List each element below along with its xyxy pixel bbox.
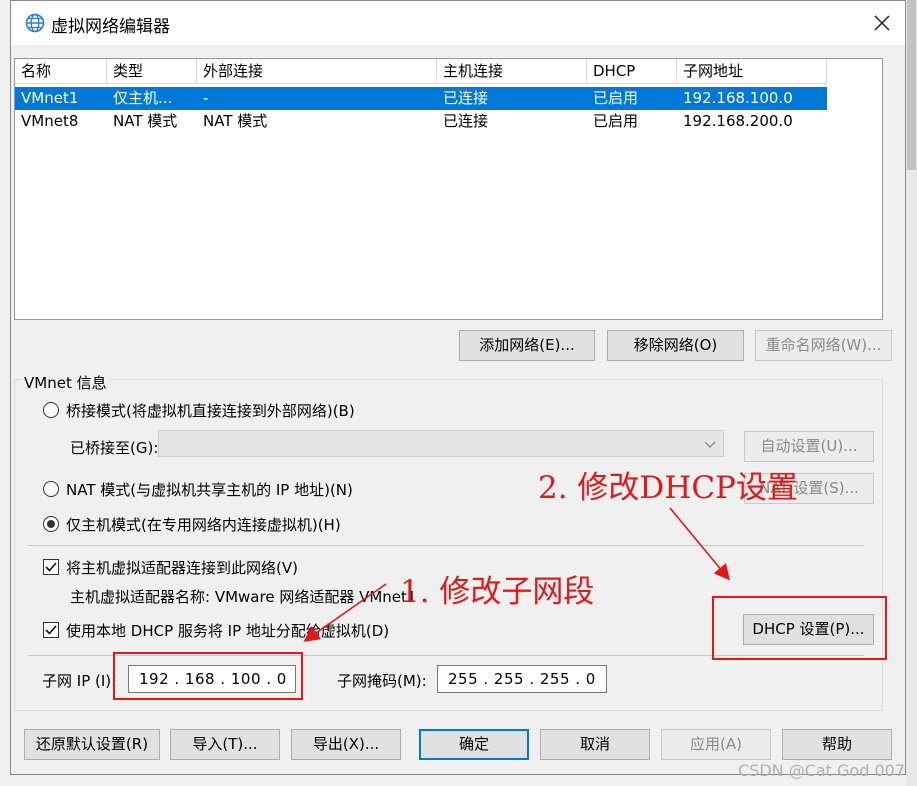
add-network-button[interactable]: 添加网络(E)... [459, 330, 595, 361]
subnet-mask-label: 子网掩码(M): [337, 672, 427, 690]
column-header-type[interactable]: 类型 [107, 59, 197, 84]
close-icon [874, 15, 890, 31]
remove-network-button[interactable]: 移除网络(O) [607, 330, 744, 361]
cell-subnet: 192.168.100.0 [683, 89, 793, 107]
network-list[interactable]: 名称 类型 外部连接 主机连接 DHCP 子网地址 VMnet1 仅主机... … [14, 58, 883, 320]
bridge-mode-radio[interactable] [43, 402, 59, 418]
column-header-name[interactable]: 名称 [15, 59, 107, 84]
cell-dhcp: 已启用 [593, 112, 639, 130]
separator [28, 545, 864, 546]
dhcp-settings-highlight-box [712, 596, 887, 660]
host-only-mode-radio[interactable] [43, 516, 59, 532]
apply-button[interactable]: 应用(A) [661, 729, 771, 760]
column-header-host[interactable]: 主机连接 [437, 59, 587, 84]
cell-external: NAT 模式 [203, 112, 268, 130]
close-button[interactable] [867, 9, 897, 37]
cell-name: VMnet8 [21, 112, 79, 130]
connect-adapter-checkbox[interactable] [43, 559, 59, 575]
auto-settings-button[interactable]: 自动设置(U)... [744, 431, 874, 462]
use-dhcp-label: 使用本地 DHCP 服务将 IP 地址分配给虚拟机(D) [66, 622, 390, 640]
chevron-down-icon [704, 441, 716, 448]
annotation-step1: 1. 修改子网段 [400, 574, 595, 610]
subnet-mask-input[interactable]: 255 . 255 . 255 . 0 [437, 665, 607, 693]
restore-defaults-button[interactable]: 还原默认设置(R) [24, 729, 160, 760]
table-row-vmnet1[interactable]: VMnet1 仅主机... - 已连接 已启用 192.168.100.0 [15, 87, 827, 110]
column-header-subnet[interactable]: 子网地址 [677, 59, 827, 84]
bridged-to-label: 已桥接至(G): [70, 439, 159, 457]
title-bar[interactable]: 虚拟网络编辑器 [11, 1, 905, 45]
checkmark-icon [45, 562, 57, 572]
cell-external: - [203, 89, 209, 107]
nat-mode-label: NAT 模式(与虚拟机共享主机的 IP 地址)(N) [66, 481, 353, 499]
bridge-mode-label: 桥接模式(将虚拟机直接连接到外部网络)(B) [66, 402, 355, 420]
watermark: CSDN @Cat God 007 [737, 761, 905, 780]
list-header: 名称 类型 外部连接 主机连接 DHCP 子网地址 [15, 59, 827, 85]
ok-button[interactable]: 确定 [419, 729, 529, 760]
cell-subnet: 192.168.200.0 [683, 112, 793, 130]
connect-adapter-label: 将主机虚拟适配器连接到此网络(V) [66, 559, 298, 577]
window-title: 虚拟网络编辑器 [51, 17, 170, 37]
cell-host: 已连接 [443, 89, 489, 107]
column-header-external[interactable]: 外部连接 [197, 59, 437, 84]
rename-network-button[interactable]: 重命名网络(W)... [755, 330, 892, 361]
annotation-step2: 2. 修改DHCP设置 [538, 470, 798, 506]
globe-icon [25, 13, 45, 33]
column-header-dhcp[interactable]: DHCP [587, 59, 677, 84]
cell-type: NAT 模式 [113, 112, 178, 130]
bridged-to-select[interactable] [158, 430, 724, 457]
subnet-ip-highlight-box [113, 652, 303, 700]
cancel-button[interactable]: 取消 [540, 729, 650, 760]
adapter-name-text: 主机虚拟适配器名称: VMware 网络适配器 VMnet1 [70, 588, 417, 606]
import-button[interactable]: 导入(T)... [170, 729, 280, 760]
nat-mode-radio[interactable] [43, 481, 59, 497]
cell-type: 仅主机... [113, 89, 173, 107]
cell-host: 已连接 [443, 112, 489, 130]
cell-name: VMnet1 [21, 89, 79, 107]
subnet-ip-label: 子网 IP (I): [42, 672, 117, 690]
page-scrollbar-thumb[interactable] [907, 0, 916, 170]
vmnet-info-label: VMnet 信息 [22, 372, 109, 393]
host-only-mode-label: 仅主机模式(在专用网络内连接虚拟机)(H) [66, 516, 341, 534]
table-row-vmnet8[interactable]: VMnet8 NAT 模式 NAT 模式 已连接 已启用 192.168.200… [15, 110, 827, 133]
cell-dhcp: 已启用 [593, 89, 639, 107]
use-dhcp-checkbox[interactable] [43, 622, 59, 638]
help-button[interactable]: 帮助 [782, 729, 892, 760]
export-button[interactable]: 导出(X)... [291, 729, 401, 760]
checkmark-icon [45, 625, 57, 635]
